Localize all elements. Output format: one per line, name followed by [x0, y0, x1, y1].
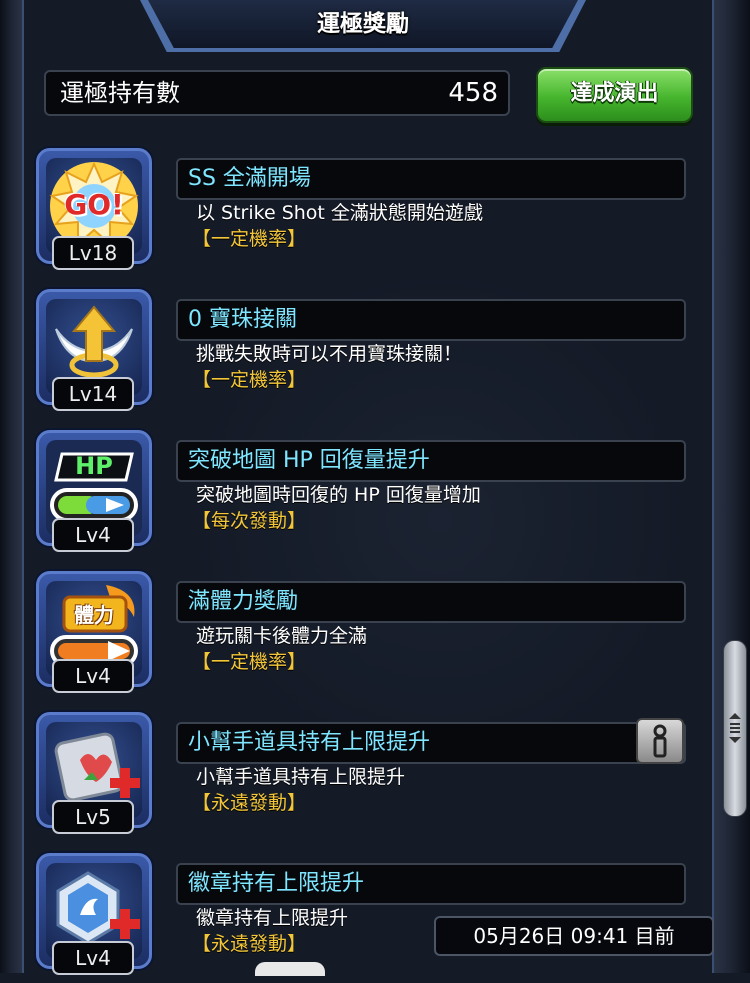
reward-title: 滿體力獎勵	[188, 589, 299, 614]
reward-title-bar: 突破地圖 HP 回復量提升	[176, 440, 686, 482]
bottom-tab-handle[interactable]	[255, 962, 325, 976]
go-label: GO!	[64, 188, 124, 221]
luck-count-label: 運極持有數	[60, 79, 180, 107]
reward-description: 遊玩關卡後體力全滿	[196, 625, 368, 647]
reward-trigger-tag: 【每次發動】	[192, 510, 307, 532]
left-frame	[0, 0, 24, 973]
reward-title-bar: 0 寶珠接關	[176, 299, 686, 341]
reward-trigger-tag: 【一定機率】	[192, 369, 307, 391]
scrollbar[interactable]	[723, 640, 747, 817]
reward-level: Lv14	[52, 377, 134, 411]
reward-item[interactable]: GO! Lv18 SS 全滿開場 以 Strike Shot 全滿狀態開始遊戲 …	[36, 148, 696, 278]
info-icon	[653, 724, 667, 758]
reward-title: 徽章持有上限提升	[188, 871, 365, 896]
reward-trigger-tag: 【永遠發動】	[192, 792, 307, 814]
info-button[interactable]	[636, 718, 684, 764]
reward-item[interactable]: Lv14 0 寶珠接關 挑戰失敗時可以不用寶珠接關！ 【一定機率】	[36, 289, 696, 419]
reward-level: Lv4	[52, 518, 134, 552]
reward-description: 突破地圖時回復的 HP 回復量增加	[196, 484, 481, 506]
luck-count-bar: 運極持有數 458	[44, 70, 510, 116]
reward-title-bar: SS 全滿開場	[176, 158, 686, 200]
reward-title: 小幫手道具持有上限提升	[188, 730, 431, 755]
scroll-grip-icon	[729, 713, 741, 743]
reward-trigger-tag: 【永遠發動】	[192, 933, 307, 955]
timestamp-overlay: 05月26日 09:41 目前	[434, 916, 714, 956]
reward-description: 小幫手道具持有上限提升	[196, 766, 406, 788]
luck-count-value: 458	[448, 78, 498, 108]
reward-item[interactable]: Lv5 小幫手道具持有上限提升 小幫手道具持有上限提升 【永遠發動】	[36, 712, 696, 842]
reward-item[interactable]: 體力 Lv4 滿體力獎勵 遊玩關卡後體力全滿 【一定機率】	[36, 571, 696, 701]
reward-title-bar: 徽章持有上限提升	[176, 863, 686, 905]
reward-title: 0 寶珠接關	[188, 307, 297, 332]
stamina-label: 體力	[74, 603, 114, 627]
achieve-button[interactable]: 達成演出	[536, 67, 693, 123]
reward-title: 突破地圖 HP 回復量提升	[188, 448, 430, 473]
reward-title-bar: 小幫手道具持有上限提升	[176, 722, 686, 764]
reward-description: 徽章持有上限提升	[196, 907, 349, 929]
right-frame	[712, 0, 750, 973]
page-title: 運極獎勵	[317, 11, 409, 37]
hp-label: HP	[75, 452, 113, 480]
reward-trigger-tag: 【一定機率】	[192, 651, 307, 673]
reward-description: 以 Strike Shot 全滿狀態開始遊戲	[196, 202, 483, 224]
reward-description: 挑戰失敗時可以不用寶珠接關！	[196, 343, 463, 365]
reward-trigger-tag: 【一定機率】	[192, 228, 307, 250]
reward-level: Lv18	[52, 236, 134, 270]
reward-level: Lv4	[52, 659, 134, 693]
reward-title: SS 全滿開場	[188, 166, 311, 191]
reward-title-bar: 滿體力獎勵	[176, 581, 686, 623]
reward-level: Lv5	[52, 800, 134, 834]
reward-item[interactable]: HP Lv4 突破地圖 HP 回復量提升 突破地圖時回復的 HP 回復量增加 【…	[36, 430, 696, 560]
reward-level: Lv4	[52, 941, 134, 975]
